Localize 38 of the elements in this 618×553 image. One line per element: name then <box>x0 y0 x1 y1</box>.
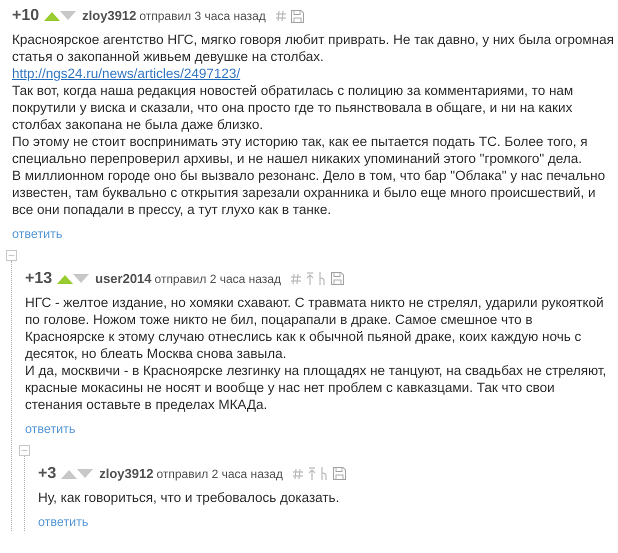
reply-link[interactable]: ответить <box>12 225 62 244</box>
upvote-icon[interactable] <box>44 11 60 21</box>
comment-score: +10 <box>12 6 40 26</box>
save-icon[interactable] <box>330 272 344 286</box>
article-link[interactable]: http://ngs24.ru/news/articles/2497123/ <box>12 65 240 82</box>
comment-text: НГС - желтое издание, но хомяки схавают. С травмата никто не стрелял, ударили рукояткой по голове. Ножом тоже никто не бил, поцарапали в драке. Самое смешное что в Красноярске к этому случаю отнеслись как к обычной пьяной драке, коих каждую ночь с десяток, но блеать Москва снова завыла. <box>25 294 605 362</box>
save-icon[interactable] <box>290 10 304 22</box>
post-time: отправил 2 часа назад <box>154 270 281 288</box>
branch-icon[interactable] <box>318 272 327 286</box>
comment-text: По этому не стоит воспринимать эту историю так, как ее пытается подать ТС. Более того, я специально перепроверил архивы, и не нашел никаких упоминаний этого "громкого" дела. <box>12 133 589 167</box>
downvote-icon[interactable] <box>77 468 94 478</box>
upvote-icon[interactable] <box>61 468 78 478</box>
comment-text: И да, москвичи - в Красноярске лезгинку на площадях не танцуют, на свадьбах не стреляют, красные мокасины не носят и вообще у нас нет проблем с кавказцами. Так что свои стенания оставьте в пределах МКАДа. <box>25 362 608 413</box>
comment-text: Так вот, когда наша редакция новостей обратилась с полицию за комментариями, то нам покрутили у виска и сказали, что она просто где то пьянствовала в общаге, и ни на каких столбах закопана не была даже близко. <box>12 82 574 133</box>
collapse-toggle-icon[interactable] <box>19 444 30 456</box>
collapse-toggle-icon[interactable] <box>6 250 17 261</box>
reply-link[interactable]: ответить <box>38 512 88 532</box>
comment-text: В миллионном городе оно бы вызвало резонанс. Дело в том, что бар "Облака" у нас печально известен, там буквально с открытия зарезали охранника и было еще много происшествий, и все они попадали в прессу, а тут глухо как в танке. <box>12 167 606 218</box>
hash-icon[interactable] <box>292 468 303 480</box>
save-icon[interactable] <box>332 467 346 480</box>
comment-text: Красноярское агентство НГС, мягко говоря любит приврать. Не так давно, у них была огромная статья о закопанной живьем девушке на столбах. <box>12 31 614 65</box>
comment-score: +3 <box>38 464 56 484</box>
up-arrow-icon[interactable] <box>308 467 316 480</box>
up-arrow-icon[interactable] <box>306 272 314 286</box>
upvote-icon[interactable] <box>57 274 74 284</box>
post-time: отправил 3 часа назад <box>139 8 266 25</box>
author-link[interactable]: zloy3912 <box>99 464 154 484</box>
hash-icon[interactable] <box>290 272 301 285</box>
author-link[interactable]: user2014 <box>95 269 152 288</box>
comment-score: +13 <box>25 268 52 289</box>
author-link[interactable]: zloy3912 <box>82 6 136 26</box>
hash-icon[interactable] <box>276 10 286 22</box>
comment-text: Ну, как говориться, что и требовалось доказать. <box>38 488 340 506</box>
branch-icon[interactable] <box>320 467 329 480</box>
downvote-icon[interactable] <box>73 274 90 284</box>
post-time: отправил 2 часа назад <box>156 466 283 482</box>
reply-link[interactable]: ответить <box>25 420 76 438</box>
downvote-icon[interactable] <box>60 11 76 21</box>
